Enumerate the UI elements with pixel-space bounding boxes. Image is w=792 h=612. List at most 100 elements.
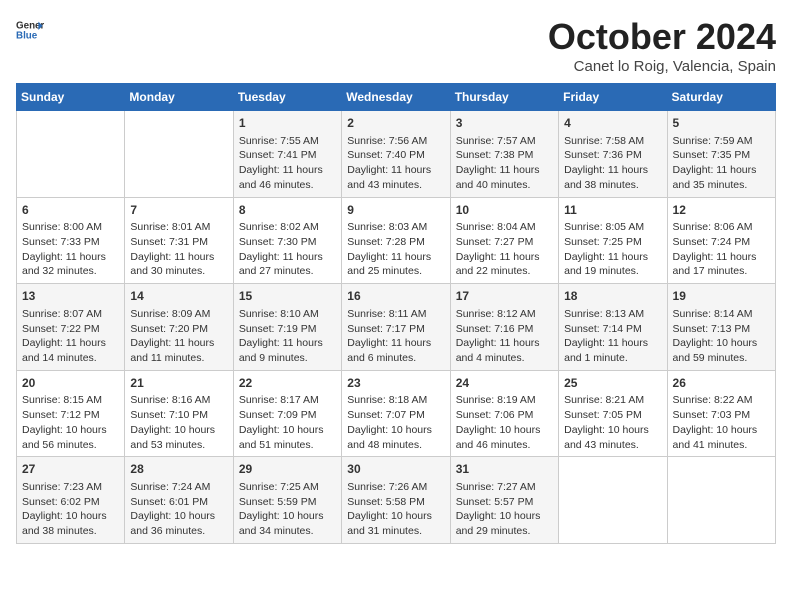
day-number: 6 [22,202,119,219]
day-info: Sunrise: 7:25 AM Sunset: 5:59 PM Dayligh… [239,480,336,539]
day-number: 2 [347,115,444,132]
calendar-cell: 1Sunrise: 7:55 AM Sunset: 7:41 PM Daylig… [233,111,341,198]
day-info: Sunrise: 8:12 AM Sunset: 7:16 PM Dayligh… [456,307,553,366]
day-info: Sunrise: 8:03 AM Sunset: 7:28 PM Dayligh… [347,220,444,279]
calendar-cell: 19 Sunrise: 8:14 AM Sunset: 7:13 PM Dayli… [667,284,775,371]
day-number: 29 [239,461,336,478]
calendar-cell: 8Sunrise: 8:02 AM Sunset: 7:30 PM Daylig… [233,197,341,284]
day-number: 22 [239,375,336,392]
col-wednesday: Wednesday [342,84,450,111]
day-info: Sunrise: 8:11 AM Sunset: 7:17 PM Dayligh… [347,307,444,366]
day-info: Sunrise: 8:00 AM Sunset: 7:33 PM Dayligh… [22,220,119,279]
page-header: General Blue October 2024 Canet lo Roig,… [16,16,776,75]
day-info: Sunrise: 8:18 AM Sunset: 7:07 PM Dayligh… [347,393,444,452]
day-number: 8 [239,202,336,219]
col-monday: Monday [125,84,233,111]
day-info: Sunrise: 7:56 AM Sunset: 7:40 PM Dayligh… [347,134,444,193]
col-tuesday: Tuesday [233,84,341,111]
day-number: 7 [130,202,227,219]
calendar-cell: 15 Sunrise: 8:10 AM Sunset: 7:19 PM Dayli… [233,284,341,371]
calendar-cell: 10Sunrise: 8:04 AM Sunset: 7:27 PM Dayli… [450,197,558,284]
day-number: 1 [239,115,336,132]
calendar-cell: 3 Sunrise: 7:57 AM Sunset: 7:38 PM Daylig… [450,111,558,198]
day-number: 5 [673,115,770,132]
calendar-cell: 21Sunrise: 8:16 AM Sunset: 7:10 PM Dayli… [125,370,233,457]
calendar-cell: 28 Sunrise: 7:24 AM Sunset: 6:01 PM Dayli… [125,457,233,544]
col-sunday: Sunday [17,84,125,111]
calendar-week-row: 1Sunrise: 7:55 AM Sunset: 7:41 PM Daylig… [17,111,776,198]
day-info: Sunrise: 8:07 AM Sunset: 7:22 PM Dayligh… [22,307,119,366]
day-number: 20 [22,375,119,392]
calendar-cell: 11Sunrise: 8:05 AM Sunset: 7:25 PM Dayli… [559,197,667,284]
day-info: Sunrise: 8:19 AM Sunset: 7:06 PM Dayligh… [456,393,553,452]
calendar-cell: 16 Sunrise: 8:11 AM Sunset: 7:17 PM Dayli… [342,284,450,371]
day-number: 17 [456,288,553,305]
calendar-cell: 7Sunrise: 8:01 AM Sunset: 7:31 PM Daylig… [125,197,233,284]
day-number: 3 [456,115,553,132]
calendar-cell: 17 Sunrise: 8:12 AM Sunset: 7:16 PM Dayli… [450,284,558,371]
calendar-table: Sunday Monday Tuesday Wednesday Thursday… [16,83,776,544]
day-number: 31 [456,461,553,478]
calendar-cell: 24Sunrise: 8:19 AM Sunset: 7:06 PM Dayli… [450,370,558,457]
calendar-cell [667,457,775,544]
month-title: October 2024 [548,16,776,58]
col-saturday: Saturday [667,84,775,111]
logo: General Blue [16,16,44,44]
day-info: Sunrise: 7:57 AM Sunset: 7:38 PM Dayligh… [456,134,553,193]
day-info: Sunrise: 8:13 AM Sunset: 7:14 PM Dayligh… [564,307,661,366]
day-info: Sunrise: 8:01 AM Sunset: 7:31 PM Dayligh… [130,220,227,279]
calendar-cell: 4 Sunrise: 7:58 AM Sunset: 7:36 PM Daylig… [559,111,667,198]
day-number: 19 [673,288,770,305]
day-info: Sunrise: 8:21 AM Sunset: 7:05 PM Dayligh… [564,393,661,452]
calendar-week-row: 13 Sunrise: 8:07 AM Sunset: 7:22 PM Dayli… [17,284,776,371]
day-info: Sunrise: 7:24 AM Sunset: 6:01 PM Dayligh… [130,480,227,539]
day-number: 27 [22,461,119,478]
calendar-cell: 23Sunrise: 8:18 AM Sunset: 7:07 PM Dayli… [342,370,450,457]
col-friday: Friday [559,84,667,111]
day-number: 16 [347,288,444,305]
logo-icon: General Blue [16,16,44,44]
day-info: Sunrise: 8:04 AM Sunset: 7:27 PM Dayligh… [456,220,553,279]
day-number: 11 [564,202,661,219]
day-info: Sunrise: 7:27 AM Sunset: 5:57 PM Dayligh… [456,480,553,539]
calendar-cell [17,111,125,198]
day-info: Sunrise: 8:14 AM Sunset: 7:13 PM Dayligh… [673,307,770,366]
calendar-cell: 12Sunrise: 8:06 AM Sunset: 7:24 PM Dayli… [667,197,775,284]
day-number: 9 [347,202,444,219]
calendar-cell: 14Sunrise: 8:09 AM Sunset: 7:20 PM Dayli… [125,284,233,371]
title-block: October 2024 Canet lo Roig, Valencia, Sp… [548,16,776,75]
calendar-cell: 18 Sunrise: 8:13 AM Sunset: 7:14 PM Dayli… [559,284,667,371]
calendar-cell: 2 Sunrise: 7:56 AM Sunset: 7:40 PM Daylig… [342,111,450,198]
day-info: Sunrise: 8:16 AM Sunset: 7:10 PM Dayligh… [130,393,227,452]
calendar-cell: 29 Sunrise: 7:25 AM Sunset: 5:59 PM Dayli… [233,457,341,544]
day-number: 15 [239,288,336,305]
day-number: 18 [564,288,661,305]
day-info: Sunrise: 8:15 AM Sunset: 7:12 PM Dayligh… [22,393,119,452]
calendar-cell: 30Sunrise: 7:26 AM Sunset: 5:58 PM Dayli… [342,457,450,544]
calendar-cell: 6Sunrise: 8:00 AM Sunset: 7:33 PM Daylig… [17,197,125,284]
day-number: 13 [22,288,119,305]
calendar-cell: 25Sunrise: 8:21 AM Sunset: 7:05 PM Dayli… [559,370,667,457]
day-info: Sunrise: 8:06 AM Sunset: 7:24 PM Dayligh… [673,220,770,279]
day-number: 25 [564,375,661,392]
calendar-cell: 27 Sunrise: 7:23 AM Sunset: 6:02 PM Dayli… [17,457,125,544]
col-thursday: Thursday [450,84,558,111]
day-number: 26 [673,375,770,392]
day-info: Sunrise: 8:02 AM Sunset: 7:30 PM Dayligh… [239,220,336,279]
day-info: Sunrise: 7:58 AM Sunset: 7:36 PM Dayligh… [564,134,661,193]
calendar-week-row: 20Sunrise: 8:15 AM Sunset: 7:12 PM Dayli… [17,370,776,457]
day-number: 4 [564,115,661,132]
day-number: 28 [130,461,227,478]
calendar-cell: 22Sunrise: 8:17 AM Sunset: 7:09 PM Dayli… [233,370,341,457]
calendar-cell [559,457,667,544]
calendar-cell: 5 Sunrise: 7:59 AM Sunset: 7:35 PM Daylig… [667,111,775,198]
calendar-cell [125,111,233,198]
svg-text:Blue: Blue [16,30,38,41]
calendar-week-row: 27 Sunrise: 7:23 AM Sunset: 6:02 PM Dayli… [17,457,776,544]
calendar-cell: 9Sunrise: 8:03 AM Sunset: 7:28 PM Daylig… [342,197,450,284]
day-info: Sunrise: 8:10 AM Sunset: 7:19 PM Dayligh… [239,307,336,366]
day-number: 14 [130,288,227,305]
day-info: Sunrise: 7:59 AM Sunset: 7:35 PM Dayligh… [673,134,770,193]
calendar-cell: 20Sunrise: 8:15 AM Sunset: 7:12 PM Dayli… [17,370,125,457]
day-info: Sunrise: 7:23 AM Sunset: 6:02 PM Dayligh… [22,480,119,539]
